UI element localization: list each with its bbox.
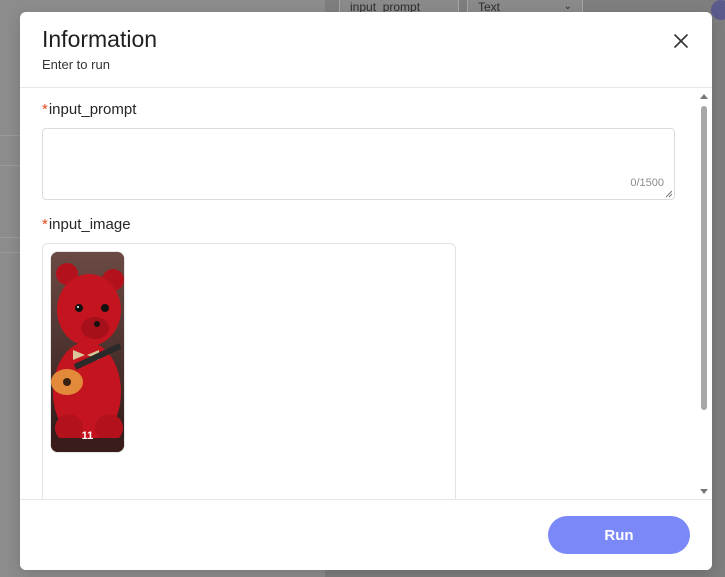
dialog-subtitle: Enter to run (42, 57, 110, 72)
required-mark: * (42, 101, 48, 118)
close-icon[interactable] (672, 32, 690, 50)
run-button[interactable]: Run (548, 516, 690, 554)
scrollbar[interactable] (699, 92, 709, 500)
teddy-bear-image (51, 252, 124, 452)
image-thumbnail[interactable]: 11 (50, 251, 125, 453)
background-divider (0, 135, 20, 136)
resize-grip-icon[interactable] (665, 190, 673, 198)
image-upload-area[interactable]: 11 (42, 243, 456, 500)
scrollbar-thumb[interactable] (701, 106, 707, 410)
information-dialog: Information Enter to run *input_prompt 0… (20, 12, 712, 570)
dialog-footer: Run (20, 499, 712, 570)
avatar (711, 0, 725, 20)
thumbnail-caption: 11 (81, 430, 94, 442)
dialog-title: Information (42, 26, 158, 52)
input-image-label-text: input_image (48, 216, 131, 233)
background-divider (0, 165, 20, 166)
character-counter: 0/1500 (630, 177, 664, 189)
required-mark: * (42, 216, 48, 233)
input-prompt-label-text: input_prompt (48, 101, 137, 118)
scroll-up-icon[interactable] (699, 92, 709, 100)
background-divider (0, 237, 20, 238)
background-divider (0, 252, 20, 253)
input-image-label: *input_image (42, 216, 131, 233)
input-prompt-label: *input_prompt (42, 101, 136, 118)
dialog-body: *input_prompt 0/1500 *input_image 11 (20, 88, 696, 500)
dialog-header: Information Enter to run (20, 12, 712, 88)
scroll-down-icon[interactable] (699, 488, 709, 496)
input-prompt-field[interactable]: 0/1500 (42, 128, 675, 200)
